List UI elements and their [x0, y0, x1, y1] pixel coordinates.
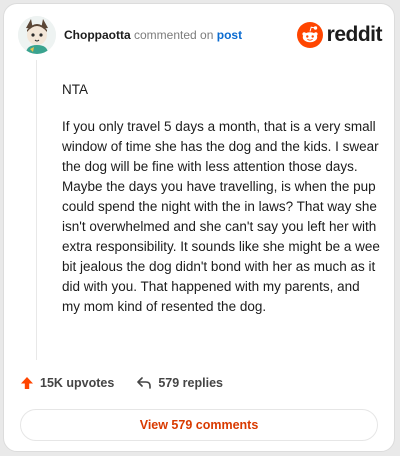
- comment-actions: 15K upvotes 579 replies: [20, 376, 223, 390]
- reddit-alien-icon: [296, 22, 323, 48]
- brand-wordmark: reddit: [326, 23, 383, 46]
- reply-button[interactable]: 579 replies: [136, 376, 223, 390]
- post-link[interactable]: post: [217, 28, 242, 42]
- brand-logo[interactable]: reddit: [296, 22, 383, 48]
- avatar-illustration: [18, 16, 56, 54]
- reply-arrow-icon: [137, 377, 152, 389]
- upvote-count: 15K upvotes: [40, 376, 115, 390]
- upvote-arrow-icon: [21, 377, 33, 389]
- comment-header: Choppaotta commented on post: [64, 28, 242, 42]
- comment-body: NTA If you only travel 5 days a month, t…: [62, 80, 380, 317]
- comment-card: Choppaotta commented on post reddit NTA …: [3, 3, 395, 452]
- thread-line[interactable]: [36, 60, 37, 360]
- comment-verdict: NTA: [62, 82, 88, 97]
- reply-count: 579 replies: [158, 376, 223, 390]
- upvote-button[interactable]: 15K upvotes: [20, 376, 114, 390]
- username[interactable]: Choppaotta: [64, 28, 131, 42]
- avatar[interactable]: [18, 16, 56, 54]
- view-comments-button[interactable]: View 579 comments: [20, 409, 378, 441]
- header-action-text: commented on: [134, 28, 214, 42]
- comment-text: If you only travel 5 days a month, that …: [62, 119, 380, 314]
